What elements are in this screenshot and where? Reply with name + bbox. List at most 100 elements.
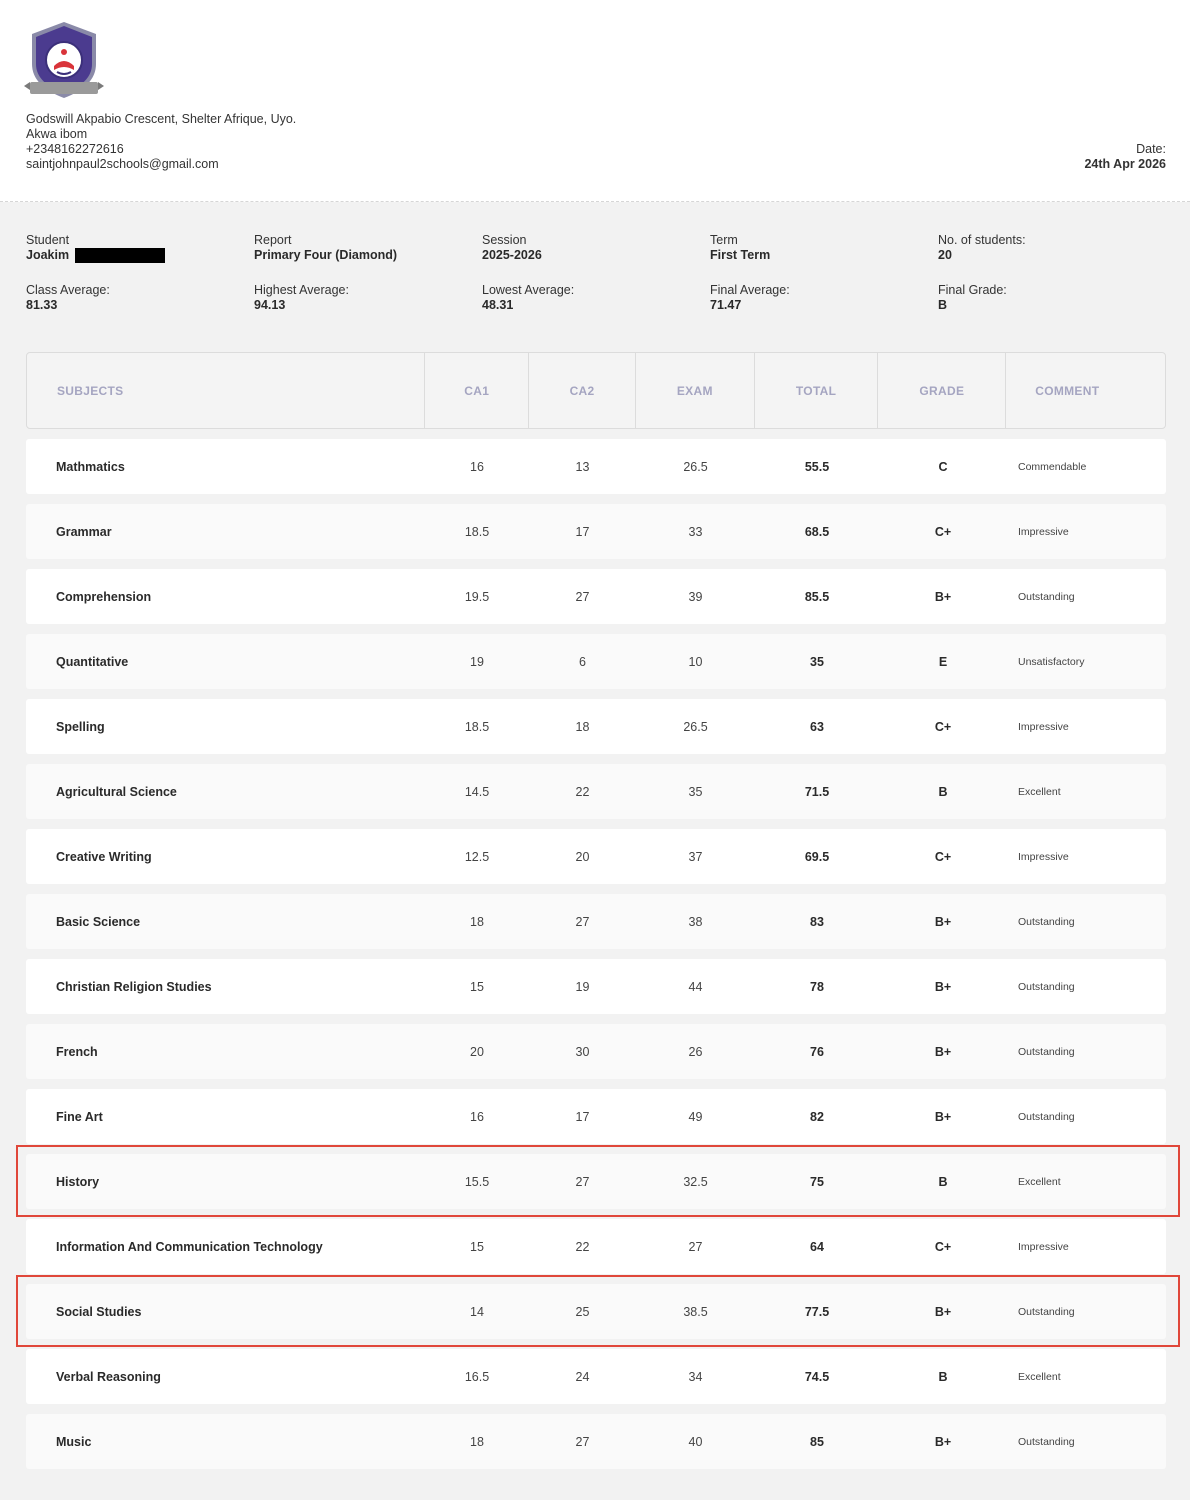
header-total: TOTAL [755, 353, 879, 428]
total-score: 77.5 [804, 1304, 830, 1319]
grade-value: B+ [934, 1304, 952, 1319]
exam-score: 34 [688, 1369, 703, 1384]
final-grade: B [938, 298, 948, 312]
report-class: Primary Four (Diamond) [254, 248, 398, 262]
final-grade-field: Final Grade: B [938, 283, 1166, 333]
highest-average: 94.13 [254, 298, 286, 312]
teacher-comment: Excellent [1018, 785, 1061, 798]
total-score: 35 [810, 654, 824, 669]
ca1-score: 15 [470, 979, 484, 994]
exam-score: 37 [688, 849, 703, 864]
ca1-score: 19 [470, 654, 484, 669]
teacher-comment: Unsatisfactory [1018, 655, 1085, 668]
class-average-field: Class Average: 81.33 [26, 283, 254, 333]
subject-name: Quantitative [56, 654, 129, 669]
results-table-body: Mathmatics 16 13 26.5 55.5 C Commendable Gramma… [16, 439, 1180, 1479]
table-row: Mathmatics 16 13 26.5 55.5 C Commendable [26, 439, 1166, 494]
ca1-score: 19.5 [464, 589, 490, 604]
subject-name: Music [56, 1434, 92, 1449]
header-subjects: SUBJECTS [27, 353, 426, 428]
teacher-comment: Outstanding [1018, 1305, 1075, 1318]
exam-score: 38 [688, 914, 703, 929]
school-logo [24, 20, 104, 102]
ca2-score: 20 [575, 849, 590, 864]
subject-name: History [56, 1174, 100, 1189]
subject-name: Social Studies [56, 1304, 142, 1319]
ca1-score: 14 [470, 1304, 484, 1319]
teacher-comment: Impressive [1018, 720, 1069, 733]
term-value: First Term [710, 248, 771, 262]
session-field: Session 2025-2026 [482, 233, 710, 283]
redacted-surname [75, 248, 166, 263]
school-phone: +2348162272616 [26, 142, 124, 156]
table-row: French 20 30 26 76 B+ Outstanding [26, 1024, 1166, 1079]
subject-name: Agricultural Science [56, 784, 177, 799]
table-row: Spelling 18.5 18 26.5 63 C+ Impressive [26, 699, 1166, 754]
table-row: Basic Science 18 27 38 83 B+ Outstanding [26, 894, 1166, 949]
subject-name: Mathmatics [56, 459, 125, 474]
final-average-field: Final Average: 71.47 [710, 283, 938, 333]
ca2-score: 27 [575, 1174, 590, 1189]
ca2-score: 30 [575, 1044, 590, 1059]
ca2-score: 17 [575, 524, 590, 539]
exam-score: 44 [688, 979, 703, 994]
students-count-field: No. of students: 20 [938, 233, 1166, 283]
results-table-header: SUBJECTS CA1 CA2 EXAM TOTAL GRADE COMMEN… [26, 352, 1166, 429]
total-score: 85 [810, 1434, 824, 1449]
table-row: Music 18 27 40 85 B+ Outstanding [26, 1414, 1166, 1469]
exam-score: 39 [688, 589, 703, 604]
subject-name: Spelling [56, 719, 105, 734]
table-row: Verbal Reasoning 16.5 24 34 74.5 B Excellent [26, 1349, 1166, 1404]
teacher-comment: Outstanding [1018, 980, 1075, 993]
teacher-comment: Commendable [1018, 460, 1087, 473]
table-row: Information And Communication Technology… [26, 1219, 1166, 1274]
grade-value: B+ [934, 914, 952, 929]
ca1-score: 20 [470, 1044, 484, 1059]
exam-score: 35 [688, 784, 703, 799]
school-email: saintjohnpaul2schools@gmail.com [26, 157, 219, 171]
total-score: 83 [810, 914, 824, 929]
ca1-score: 18 [470, 1434, 484, 1449]
student-name: Joakim [26, 248, 70, 262]
subject-name: Grammar [56, 524, 112, 539]
exam-score: 40 [688, 1434, 703, 1449]
teacher-comment: Excellent [1018, 1175, 1061, 1188]
ca1-score: 14.5 [464, 784, 490, 799]
ca1-score: 15.5 [464, 1174, 490, 1189]
grade-value: B+ [934, 1434, 952, 1449]
total-score: 85.5 [804, 589, 830, 604]
header-ca2: CA2 [529, 353, 636, 428]
address-line: Akwa ibom [26, 127, 88, 141]
ca2-score: 27 [575, 589, 590, 604]
table-row: Comprehension 19.5 27 39 85.5 B+ Outstanding [26, 569, 1166, 624]
table-row: Social Studies 14 25 38.5 77.5 B+ Outstanding [16, 1275, 1180, 1347]
lowest-average-field: Lowest Average: 48.31 [482, 283, 710, 333]
teacher-comment: Outstanding [1018, 590, 1075, 603]
students-count: 20 [938, 248, 952, 262]
total-score: 78 [810, 979, 824, 994]
subject-name: Christian Religion Studies [56, 979, 212, 994]
report-field: Report Primary Four (Diamond) [254, 233, 482, 283]
session-value: 2025-2026 [482, 248, 542, 262]
ca1-score: 18 [470, 914, 484, 929]
teacher-comment: Outstanding [1018, 915, 1075, 928]
table-row: Grammar 18.5 17 33 68.5 C+ Impressive [26, 504, 1166, 559]
table-row: Agricultural Science 14.5 22 35 71.5 B Excelle… [26, 764, 1166, 819]
header-grade: GRADE [878, 353, 1007, 428]
subject-name: Basic Science [56, 914, 141, 929]
teacher-comment: Outstanding [1018, 1110, 1075, 1123]
subject-name: Fine Art [56, 1109, 103, 1124]
exam-score: 38.5 [683, 1304, 708, 1319]
exam-score: 49 [688, 1109, 703, 1124]
date-value: 24th Apr 2026 [1084, 157, 1166, 171]
date-label: Date: [1136, 142, 1166, 156]
total-score: 63 [810, 719, 824, 734]
ca2-score: 17 [575, 1109, 590, 1124]
exam-score: 10 [688, 654, 703, 669]
ca2-score: 6 [579, 654, 586, 669]
teacher-comment: Outstanding [1018, 1435, 1075, 1448]
total-score: 69.5 [804, 849, 830, 864]
ca1-score: 16 [470, 1109, 484, 1124]
highest-average-field: Highest Average: 94.13 [254, 283, 482, 333]
ca2-score: 19 [575, 979, 590, 994]
